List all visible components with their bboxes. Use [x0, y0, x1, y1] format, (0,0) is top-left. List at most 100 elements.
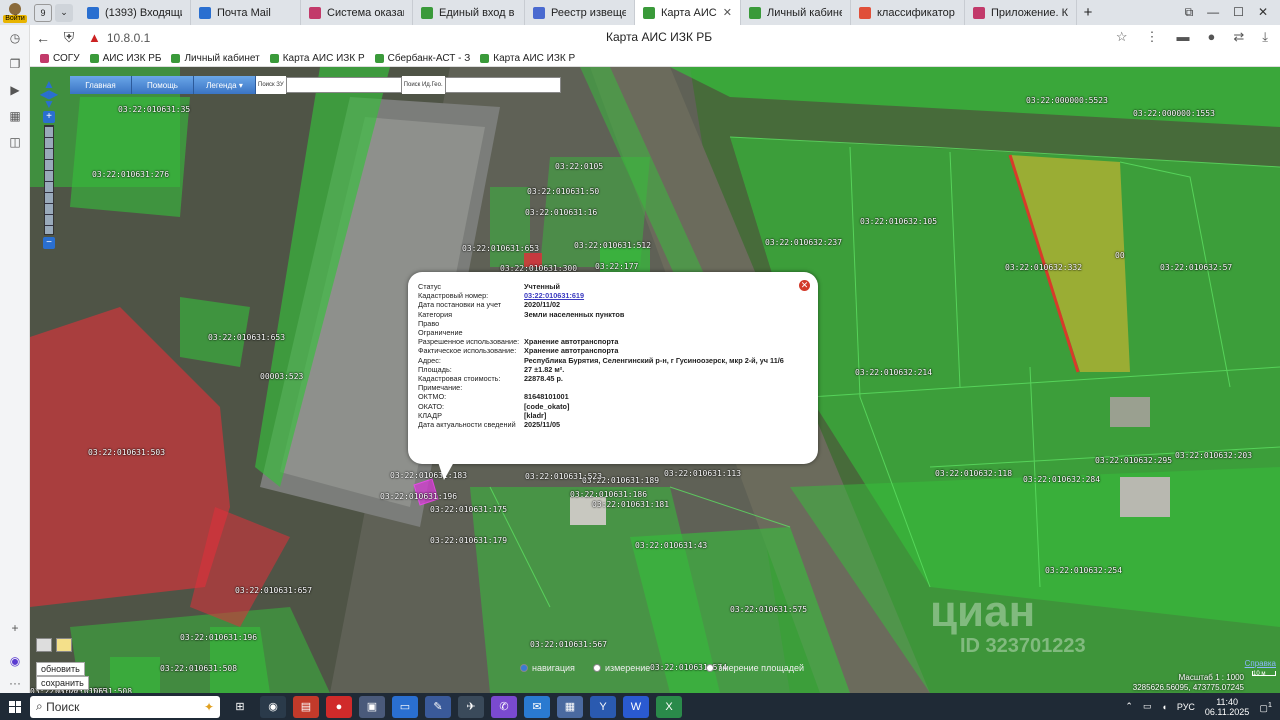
mode-area-label: змерение площадей	[718, 663, 805, 673]
excel-icon[interactable]: X	[656, 695, 682, 718]
help-link[interactable]: Справка	[1245, 659, 1276, 668]
search-id-input[interactable]	[444, 77, 561, 93]
player-icon[interactable]: ▶	[0, 77, 30, 103]
info-key: Примечание:	[418, 383, 463, 393]
close-icon[interactable]: ✕	[799, 280, 810, 291]
map-tool-icon[interactable]	[36, 638, 52, 652]
parcel-label: 03:22:010631:196	[180, 633, 258, 642]
tray-chevron-icon[interactable]: ⌃	[1125, 701, 1133, 712]
cadastral-number-link[interactable]: 03:22:010631:619	[524, 291, 584, 300]
url-field[interactable]: 10.8.0.1	[107, 31, 150, 45]
close-window-icon[interactable]: ✕	[1258, 5, 1268, 20]
zoom-out-button[interactable]: −	[43, 237, 55, 249]
vipnet-icon[interactable]: ▣	[359, 695, 385, 718]
start-button[interactable]	[0, 693, 30, 720]
bookmark-item[interactable]: Карта АИС ИЗК Р	[480, 53, 575, 64]
tab-actions-icon[interactable]: ⧉	[1185, 5, 1194, 20]
browser-tab[interactable]: (1393) Входящие - I	[79, 0, 191, 25]
history-icon[interactable]: ◷	[0, 25, 30, 51]
zoom-in-button[interactable]: +	[43, 111, 55, 123]
watermark-brand: циан	[930, 587, 1036, 636]
map-canvas[interactable]: 03:22:010631:35 03:22:010631:276 03:22:010…	[30, 67, 1280, 693]
bookmark-item[interactable]: Карта АИС ИЗК Р	[269, 53, 365, 64]
downloads-icon[interactable]: ⤓	[1262, 29, 1268, 45]
notifications-icon[interactable]: ▢1	[1259, 700, 1272, 714]
info-row: Кадастровый номер: 03:22:010631:619	[418, 291, 808, 300]
pan-hand-icon[interactable]	[56, 638, 72, 652]
window-icon[interactable]: ▭	[392, 695, 418, 718]
browser-tab[interactable]: Почта Mail	[191, 0, 301, 25]
mode-nav-radio[interactable]	[520, 664, 528, 672]
parcel-label: 03:22:010631:653	[208, 333, 286, 342]
menu-icon[interactable]: ⋮	[1145, 29, 1158, 45]
tab-label: Реестр извещений	[551, 6, 626, 19]
volume-icon[interactable]: ◖	[1161, 702, 1166, 712]
mail-icon[interactable]: ✉	[524, 695, 550, 718]
legend-button[interactable]: Легенда ▾	[194, 76, 256, 94]
yandex-icon[interactable]: Y	[590, 695, 616, 718]
zoom-control[interactable]: ▲ ◀▶ ▼ + −	[39, 78, 59, 251]
legend-label: Легенда	[206, 80, 237, 90]
collections-icon[interactable]: ❐	[0, 51, 30, 77]
viber-icon[interactable]: ✆	[491, 695, 517, 718]
language-indicator[interactable]: РУС	[1177, 702, 1195, 712]
tab-menu-button[interactable]: ⌄	[55, 3, 73, 22]
taskbar-search[interactable]: ⌕ Поиск ✦	[30, 695, 220, 718]
minimize-icon[interactable]: —	[1207, 5, 1219, 20]
bookmark-item[interactable]: АИС ИЗК РБ	[89, 53, 161, 64]
help-button[interactable]: Помощь	[132, 76, 194, 94]
parcel-label: 03:22:010632:254	[1045, 566, 1123, 575]
extension-icon[interactable]: ●	[1207, 29, 1215, 45]
parcel-label: 03:22:010631:503	[88, 448, 166, 457]
map-app-icon[interactable]: ✈	[458, 695, 484, 718]
save-button[interactable]: сохранить	[36, 676, 89, 690]
bookmark-item[interactable]: СОГУ	[40, 53, 80, 64]
info-value: Земли населенных пунктов	[524, 309, 625, 319]
shield-icon[interactable]: ⛨	[56, 29, 82, 46]
chrome-icon[interactable]: ◉	[260, 695, 286, 718]
network-app-icon[interactable]: ▦	[557, 695, 583, 718]
pdf-icon[interactable]: ▤	[293, 695, 319, 718]
profile-button[interactable]: Войти	[0, 0, 30, 25]
screenshot-icon[interactable]: ◫	[0, 129, 30, 155]
task-view-icon[interactable]: ⊞	[227, 696, 253, 718]
parcel-label: 03:22:010631:657	[235, 586, 313, 595]
wallet-icon[interactable]: ▬	[1176, 29, 1189, 45]
parcel-label: 03:22:0105	[555, 162, 604, 171]
browser-tab[interactable]: классификатор вид	[851, 0, 965, 25]
browser-tab[interactable]: Приложение. Класс	[965, 0, 1077, 25]
maximize-icon[interactable]: ☐	[1233, 5, 1244, 20]
browser-tab[interactable]: Реестр извещений	[525, 0, 635, 25]
tab-close-icon[interactable]: ✕	[723, 6, 732, 19]
network-icon[interactable]: ▭	[1143, 701, 1152, 712]
coords-readout: 3285626.56095, 473775.07245	[1132, 683, 1244, 692]
calendar-icon[interactable]: ▦	[0, 103, 30, 129]
notes-icon[interactable]: ✎	[425, 695, 451, 718]
info-value: 2020/11/02	[524, 300, 561, 310]
mode-area-radio[interactable]	[706, 664, 715, 672]
search-zu-input[interactable]	[285, 77, 402, 93]
bookmark-icon[interactable]: ☆	[1116, 29, 1128, 45]
mode-measure-radio[interactable]	[592, 664, 601, 672]
tab-label: Личный кабинет	[767, 6, 842, 19]
new-tab-button[interactable]: +	[1077, 4, 1099, 21]
refresh-button[interactable]: обновить	[36, 662, 85, 676]
add-sidebar-icon[interactable]: +	[0, 615, 30, 641]
clock[interactable]: 11:40 06.11.2025	[1205, 697, 1249, 717]
bookmark-item[interactable]: Сбербанк-АСТ - З	[374, 53, 470, 64]
bookmark-item[interactable]: Личный кабинет	[171, 53, 260, 64]
home-button[interactable]: Главная	[70, 76, 132, 94]
app-icon[interactable]: ●	[326, 695, 352, 718]
back-icon[interactable]: ←	[30, 30, 56, 46]
word-icon[interactable]: W	[623, 695, 649, 718]
zoom-slider[interactable]	[44, 125, 54, 235]
browser-tab[interactable]: Единый вход в сист	[413, 0, 525, 25]
browser-tab[interactable]: Карта АИС ИЗК Р ✕	[635, 0, 741, 25]
warning-icon[interactable]: ▲	[88, 30, 101, 45]
translate-icon[interactable]: ⇄	[1233, 29, 1244, 45]
browser-tab[interactable]: Личный кабинет	[741, 0, 851, 25]
bookmark-favicon-icon	[171, 53, 181, 63]
browser-tab[interactable]: Система оказания г	[301, 0, 413, 25]
tab-count-badge[interactable]: 9	[34, 3, 52, 22]
clock-time: 11:40	[1216, 696, 1239, 707]
